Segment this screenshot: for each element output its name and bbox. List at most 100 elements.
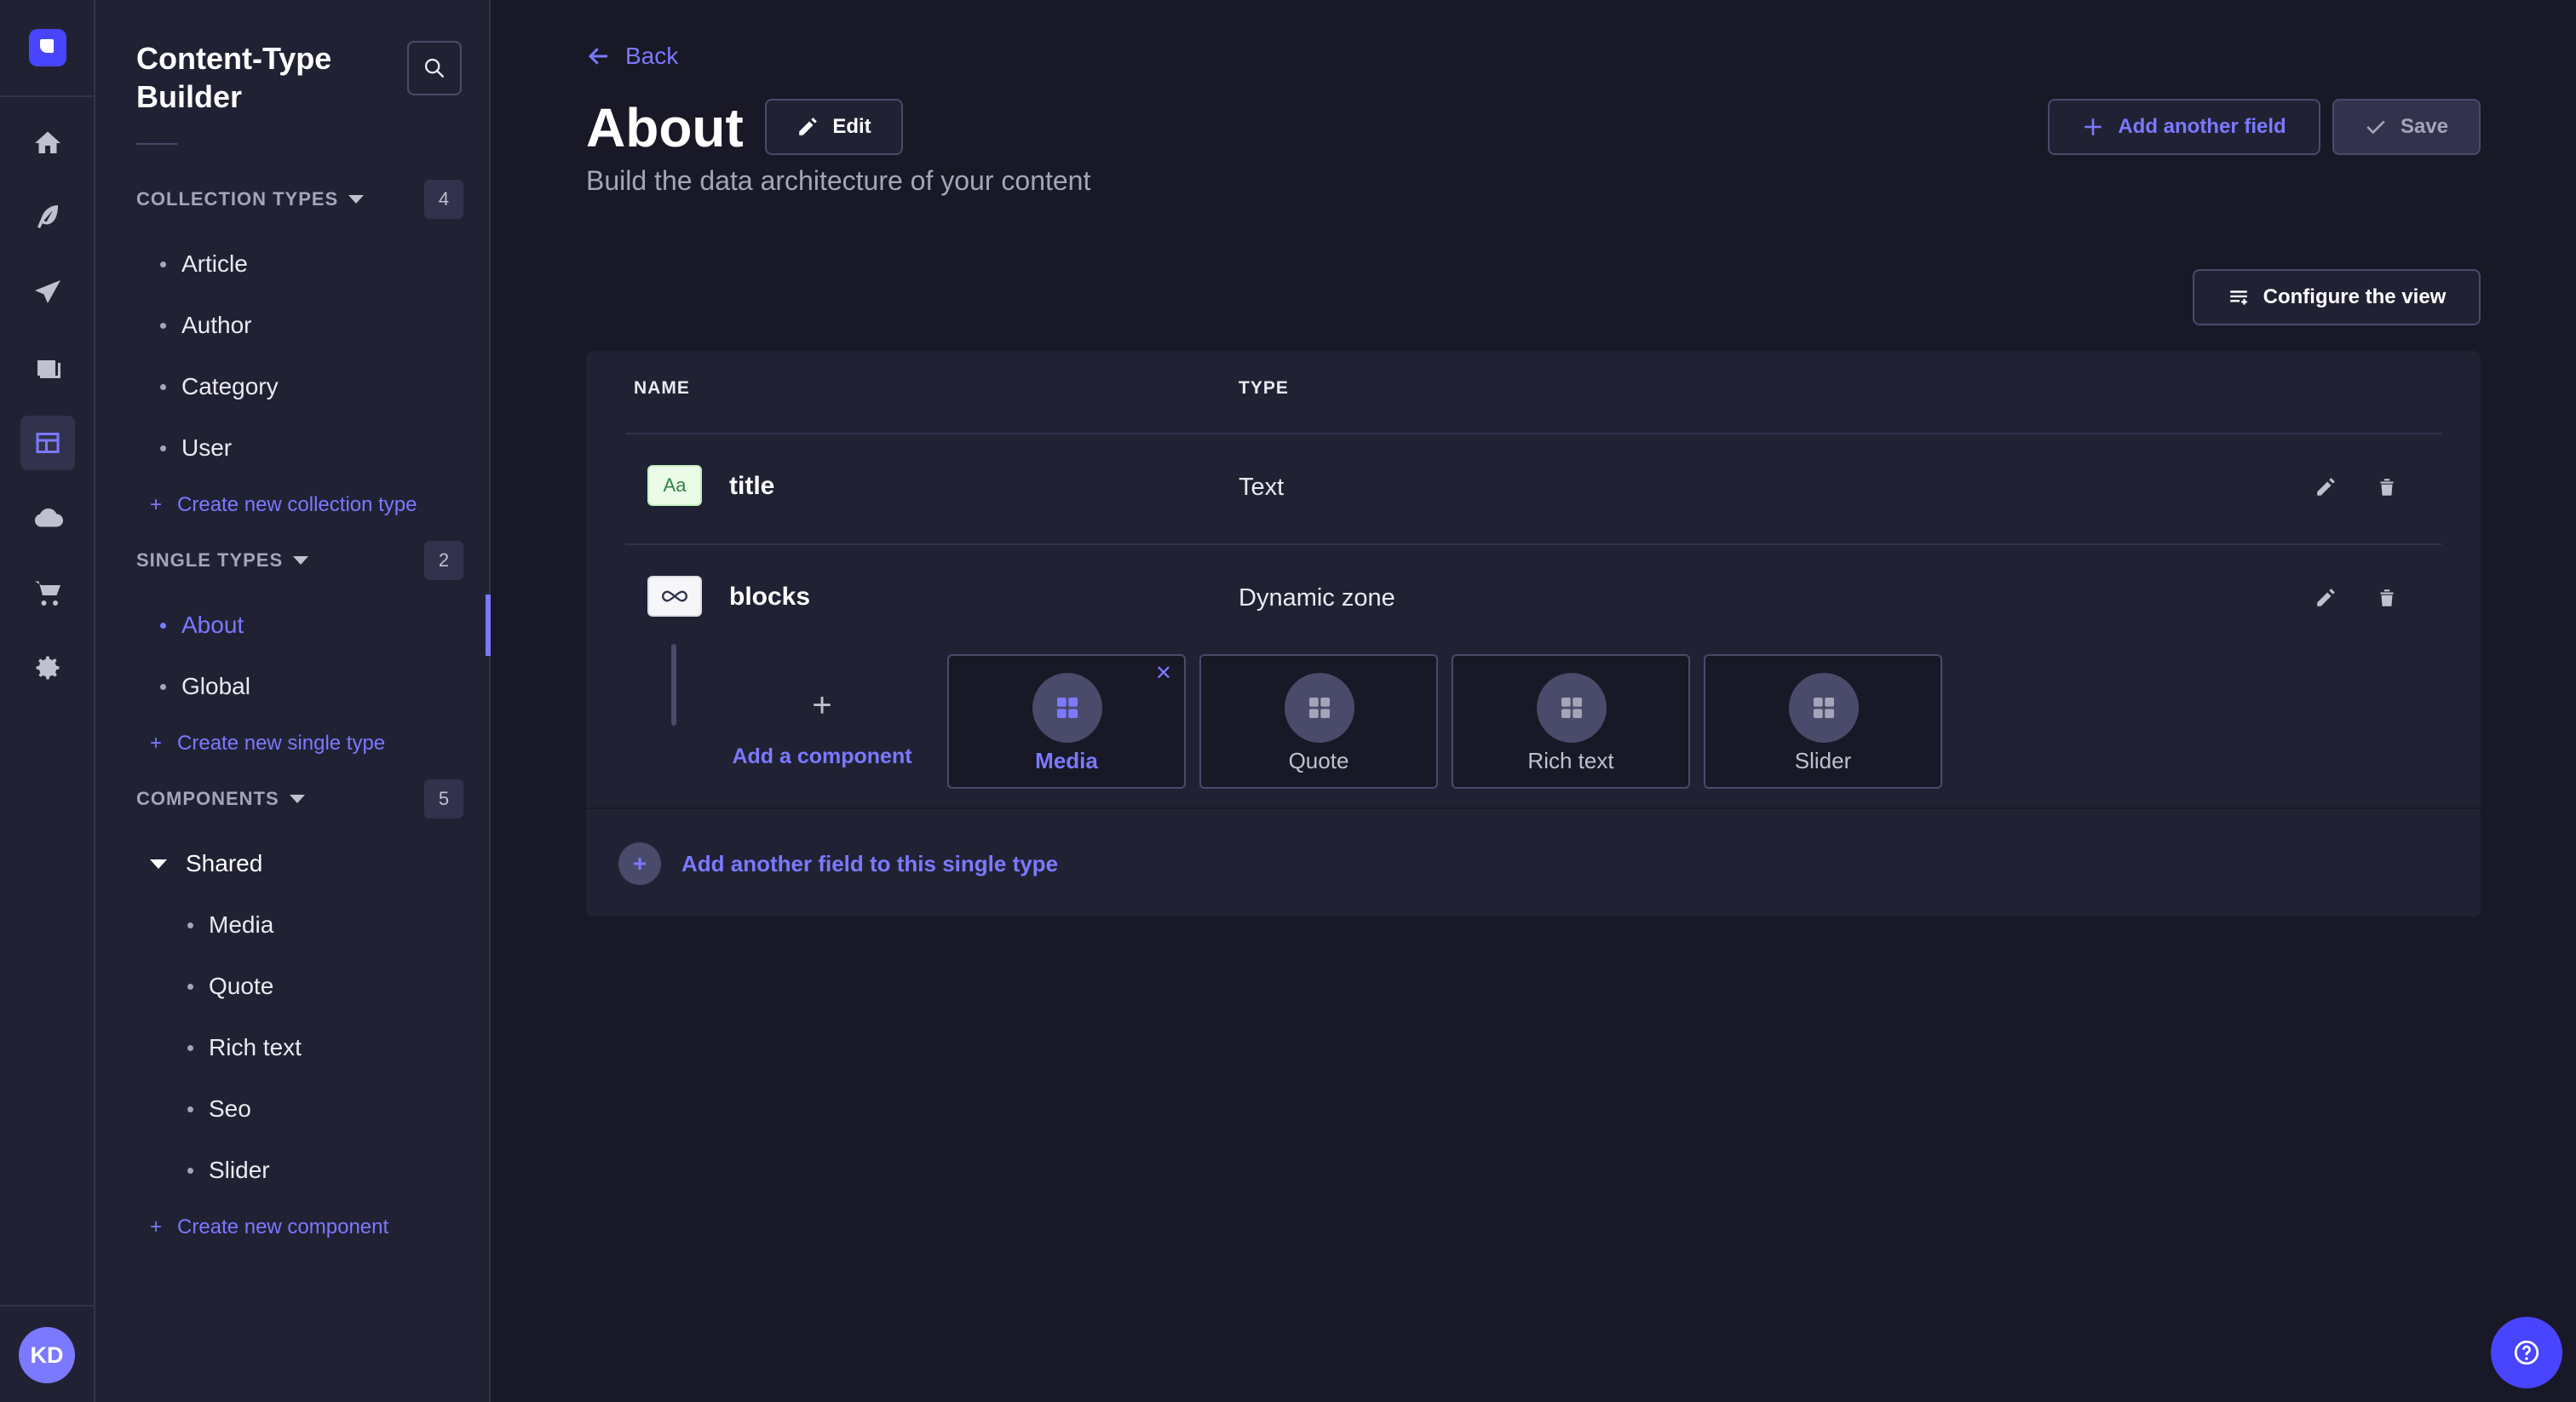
sidebar-item-global[interactable]: Global <box>150 656 576 717</box>
sidebar-item-label: User <box>181 434 233 461</box>
delete-field-trash-icon[interactable] <box>2373 584 2401 612</box>
nav-divider <box>0 1305 94 1307</box>
dynamic-zone-icon <box>647 576 702 617</box>
list-settings-icon <box>2229 290 2247 305</box>
caret-down-icon <box>150 859 167 869</box>
text-field-icon: Aa <box>647 465 702 506</box>
cloud-icon[interactable] <box>20 491 75 545</box>
edit-field-pencil-icon[interactable] <box>2312 474 2339 501</box>
field-type: Dynamic zone <box>1239 584 1395 612</box>
add-field-to-single-type-button[interactable]: + Add another field to this single type <box>618 842 1058 886</box>
configure-label: Configure the view <box>2263 285 2447 308</box>
row-divider <box>625 543 2441 545</box>
search-icon <box>424 58 445 78</box>
marketplace-cart-icon[interactable] <box>20 566 75 620</box>
deploy-icon[interactable] <box>20 266 75 320</box>
plus-icon: + <box>150 1215 163 1238</box>
component-label: Quote <box>1288 748 1349 773</box>
component-card-media[interactable]: ✕ Media <box>947 654 1186 789</box>
add-another-field-button[interactable]: Add another field <box>2048 99 2320 155</box>
create-collection-type-link[interactable]: + Create new collection type <box>150 488 417 522</box>
bullet <box>160 383 166 390</box>
home-icon[interactable] <box>20 116 75 170</box>
app-logo[interactable] <box>29 29 66 66</box>
content-type-builder-sidebar: Content-Type Builder COLLECTION TYPES 4 … <box>95 0 491 1402</box>
sidebar-item-label: Article <box>181 250 248 277</box>
add-field-label: Add another field <box>2118 115 2286 138</box>
arrow-left-icon <box>588 48 607 65</box>
sidebar-item-label: Global <box>181 673 250 699</box>
sidebar-item-label: Seo <box>209 1095 251 1122</box>
bullet <box>187 1044 193 1051</box>
component-card-slider[interactable]: Slider <box>1704 654 1942 789</box>
sidebar-item-label: About <box>181 612 244 638</box>
sidebar-item-about[interactable]: About <box>150 595 576 656</box>
create-link-label: Create new component <box>177 1215 389 1238</box>
sidebar-item-media[interactable]: Media <box>177 894 603 956</box>
media-library-icon[interactable] <box>20 341 75 395</box>
bullet <box>187 922 193 928</box>
section-label: SINGLE TYPES <box>136 549 284 571</box>
main-nav: KD <box>0 0 95 1402</box>
help-button[interactable] <box>2491 1317 2562 1388</box>
sidebar-item-user[interactable]: User <box>150 417 576 479</box>
chevron-down-icon <box>289 795 305 803</box>
page-subtitle: Build the data architecture of your cont… <box>586 165 1091 196</box>
collection-types-header[interactable]: COLLECTION TYPES 4 <box>136 179 463 220</box>
component-grid-icon <box>1789 673 1859 743</box>
sidebar-item-label: Category <box>181 373 279 399</box>
sidebar-item-quote[interactable]: Quote <box>177 956 603 1017</box>
component-card-quote[interactable]: Quote <box>1199 654 1438 789</box>
edit-field-pencil-icon[interactable] <box>2312 584 2339 612</box>
content-manager-icon[interactable] <box>20 191 75 245</box>
search-button[interactable] <box>407 41 462 95</box>
single-types-header[interactable]: SINGLE TYPES 2 <box>136 540 463 581</box>
bullet <box>160 622 166 629</box>
component-group-shared[interactable]: Shared <box>150 833 262 894</box>
plus-icon: + <box>795 678 849 733</box>
section-label: COMPONENTS <box>136 788 279 809</box>
sidebar-item-category[interactable]: Category <box>150 356 576 417</box>
sidebar-item-rich-text[interactable]: Rich text <box>177 1017 603 1078</box>
delete-field-trash-icon[interactable] <box>2373 474 2401 501</box>
component-label: Media <box>1035 748 1098 773</box>
bullet <box>187 983 193 990</box>
back-link[interactable]: Back <box>586 39 678 73</box>
sidebar-item-label: Author <box>181 312 252 338</box>
close-icon[interactable]: ✕ <box>1155 661 1172 686</box>
app-root: KD Content-Type Builder COLLECTION TYPES… <box>0 0 2576 1402</box>
add-component-label: Add a component <box>732 744 912 768</box>
sidebar-item-label: Slider <box>209 1157 270 1183</box>
configure-view-button[interactable]: Configure the view <box>2193 269 2481 325</box>
sidebar-title: Content-Type Builder <box>136 41 332 114</box>
create-link-label: Create new collection type <box>177 493 417 516</box>
bullet <box>160 261 166 267</box>
page-title: About <box>586 97 744 158</box>
add-component-button[interactable]: + Add a component <box>724 678 920 769</box>
back-label: Back <box>625 43 679 69</box>
content-type-builder-icon[interactable] <box>20 416 75 470</box>
count-badge: 5 <box>424 779 463 819</box>
sidebar-item-author[interactable]: Author <box>150 295 576 356</box>
save-button[interactable]: Save <box>2332 99 2481 155</box>
active-indicator <box>486 595 491 656</box>
chevron-down-icon <box>293 556 309 565</box>
create-single-type-link[interactable]: + Create new single type <box>150 727 385 761</box>
sidebar-item-seo[interactable]: Seo <box>177 1078 603 1140</box>
plus-icon <box>2084 118 2102 135</box>
field-name: title <box>729 472 775 500</box>
settings-gear-icon[interactable] <box>20 641 75 695</box>
components-header[interactable]: COMPONENTS 5 <box>136 779 463 819</box>
user-avatar[interactable]: KD <box>19 1327 75 1383</box>
edit-button[interactable]: Edit <box>765 99 903 155</box>
sidebar-item-article[interactable]: Article <box>150 233 576 295</box>
bullet <box>160 322 166 329</box>
create-component-link[interactable]: + Create new component <box>150 1210 388 1244</box>
sidebar-item-slider[interactable]: Slider <box>177 1140 603 1201</box>
bullet <box>160 683 166 690</box>
section-label: COLLECTION TYPES <box>136 188 339 210</box>
question-mark-icon <box>2514 1340 2539 1365</box>
field-name: blocks <box>729 583 811 611</box>
sidebar-item-label: Rich text <box>209 1034 302 1060</box>
component-card-rich-text[interactable]: Rich text <box>1452 654 1690 789</box>
